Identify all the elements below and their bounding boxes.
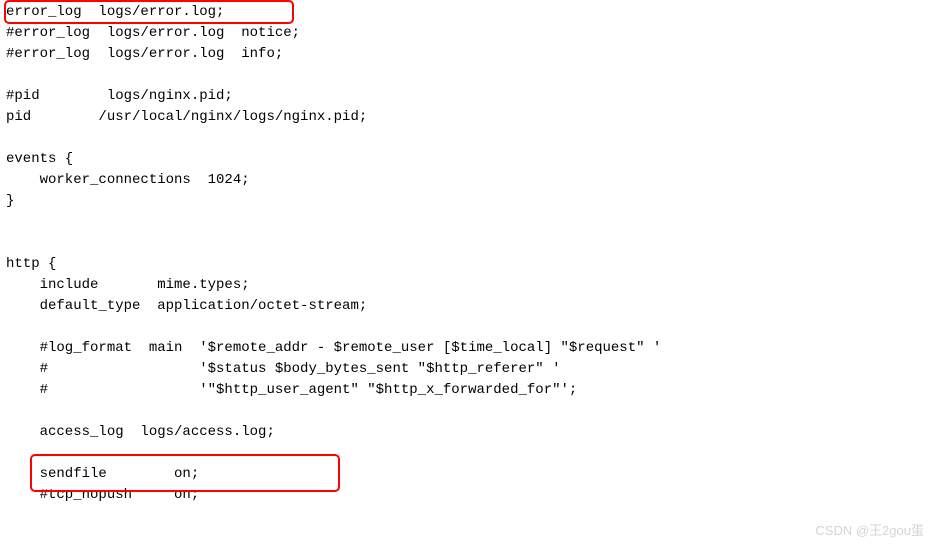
config-line: #error_log logs/error.log notice; <box>6 23 932 44</box>
config-line: access_log logs/access.log; <box>6 422 932 443</box>
config-line: #error_log logs/error.log info; <box>6 44 932 65</box>
config-line: worker_connections 1024; <box>6 170 932 191</box>
config-line: #log_format main '$remote_addr - $remote… <box>6 338 932 359</box>
config-line <box>6 317 932 338</box>
config-line: pid /usr/local/nginx/logs/nginx.pid; <box>6 107 932 128</box>
config-line: events { <box>6 149 932 170</box>
config-line <box>6 65 932 86</box>
config-line <box>6 233 932 254</box>
config-line: #pid logs/nginx.pid; <box>6 86 932 107</box>
config-line: } <box>6 191 932 212</box>
config-line: # '$status $body_bytes_sent "$http_refer… <box>6 359 932 380</box>
config-line: error_log logs/error.log; <box>6 2 932 23</box>
config-line: default_type application/octet-stream; <box>6 296 932 317</box>
config-line <box>6 443 932 464</box>
config-line: # '"$http_user_agent" "$http_x_forwarded… <box>6 380 932 401</box>
config-line <box>6 128 932 149</box>
config-line: #tcp_nopush on; <box>6 485 932 506</box>
config-line <box>6 212 932 233</box>
config-line: include mime.types; <box>6 275 932 296</box>
watermark-text: CSDN @王2gou蛋 <box>815 521 924 541</box>
config-line <box>6 401 932 422</box>
config-line: sendfile on; <box>6 464 932 485</box>
config-line: http { <box>6 254 932 275</box>
